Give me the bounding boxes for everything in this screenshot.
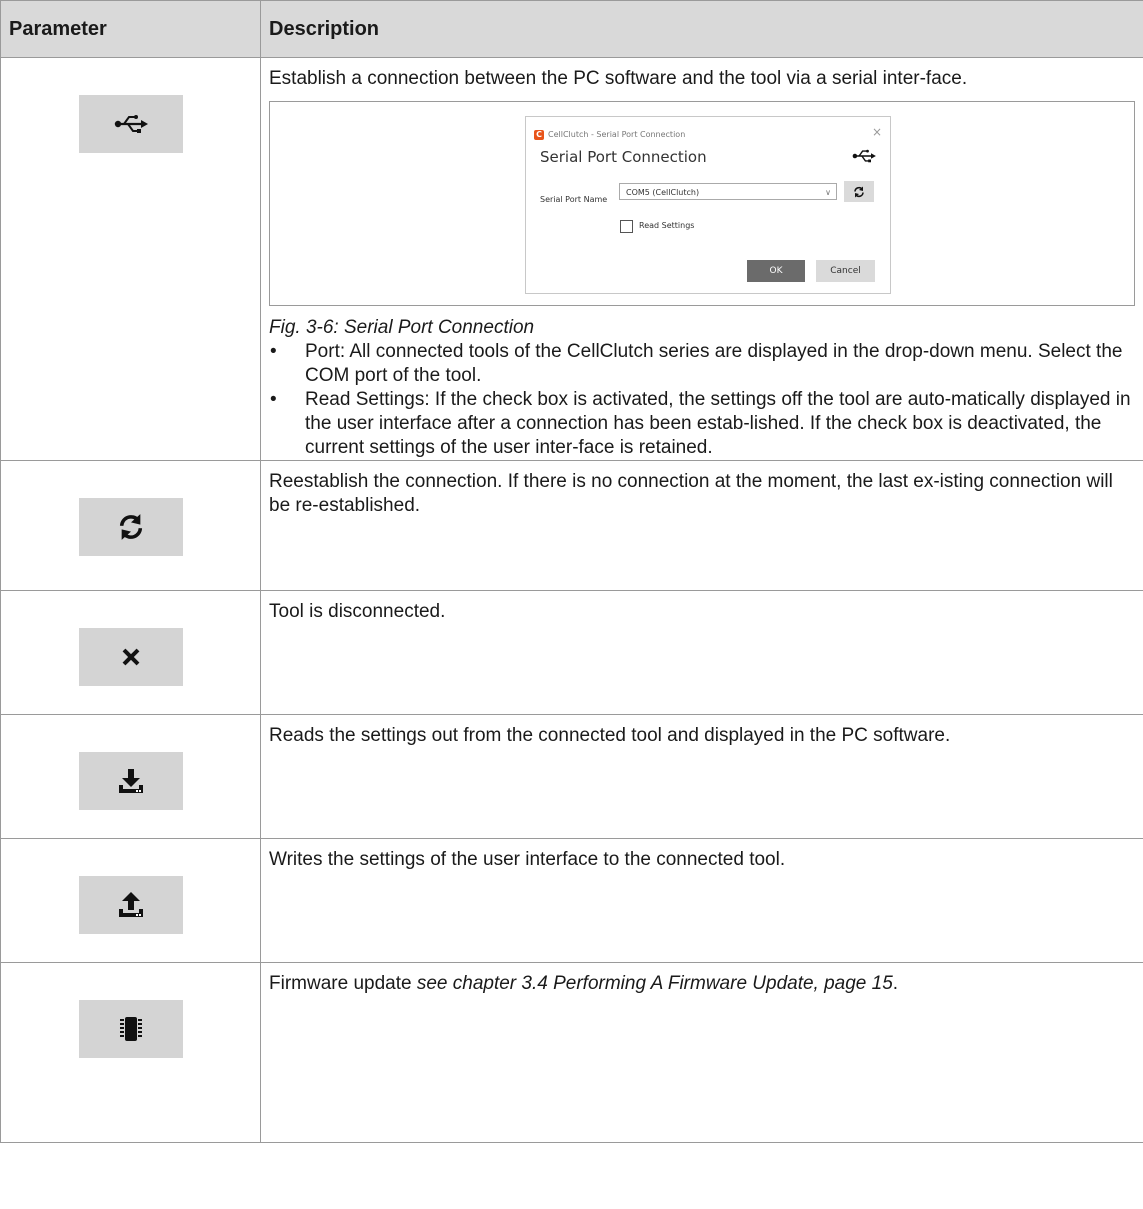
- description-cell: Tool is disconnected.: [260, 590, 1143, 715]
- checkbox-box[interactable]: [620, 219, 633, 233]
- description-text: Writes the settings of the user interfac…: [269, 849, 786, 870]
- dialog-window-title: CellClutch - Serial Port Connection: [548, 130, 686, 139]
- description-text: Establish a connection between the PC so…: [269, 68, 968, 89]
- dialog-titlebar: C CellClutch - Serial Port Connection: [534, 123, 685, 147]
- table-row: Writes the settings of the user interfac…: [0, 838, 1143, 963]
- list-item: Port: All connected tools of the CellClu…: [269, 340, 1135, 388]
- refresh-button[interactable]: [844, 181, 874, 202]
- figure-screenshot: C CellClutch - Serial Port Connection × …: [269, 101, 1135, 306]
- parameter-cell: [0, 57, 261, 461]
- parameter-table: Parameter Description Establish a connec…: [0, 0, 1143, 1143]
- parameter-cell: [0, 590, 261, 715]
- cancel-button[interactable]: Cancel: [816, 260, 875, 282]
- port-select[interactable]: COM5 (CellClutch) ∨: [619, 183, 837, 200]
- close-icon[interactable]: ×: [872, 120, 882, 144]
- figure-caption: Fig. 3-6: Serial Port Connection: [269, 317, 535, 338]
- firmware-text-suffix: .: [892, 973, 899, 994]
- description-text: Firmware update see chapter 3.4 Performi…: [269, 972, 1135, 996]
- table-row: Reads the settings out from the connecte…: [0, 714, 1143, 839]
- table-row: Firmware update see chapter 3.4 Performi…: [0, 962, 1143, 1143]
- checkbox-label: Read Settings: [639, 221, 695, 230]
- description-cell: Establish a connection between the PC so…: [260, 57, 1143, 461]
- table-header-row: Parameter Description: [0, 0, 1143, 58]
- download-icon: [78, 752, 183, 810]
- description-cell: Reestablish the connection. If there is …: [260, 460, 1143, 591]
- close-icon: [78, 628, 183, 686]
- app-logo-icon: C: [534, 130, 544, 140]
- description-cell: Firmware update see chapter 3.4 Performi…: [260, 962, 1143, 1143]
- read-settings-checkbox[interactable]: Read Settings: [620, 214, 694, 238]
- upload-icon: [78, 876, 183, 934]
- table-row: Reestablish the connection. If there is …: [0, 460, 1143, 591]
- description-cell: Writes the settings of the user interfac…: [260, 838, 1143, 963]
- table-row: Establish a connection between the PC so…: [0, 57, 1143, 461]
- chapter-link[interactable]: see chapter 3.4 Performing A Firmware Up…: [417, 973, 893, 994]
- parameter-cell: [0, 714, 261, 839]
- chevron-down-icon: ∨: [825, 188, 831, 197]
- chip-icon: [78, 1000, 183, 1058]
- refresh-icon: [78, 498, 183, 556]
- description-text: Reestablish the connection. If there is …: [269, 471, 1113, 516]
- list-item: Read Settings: If the check box is activ…: [269, 388, 1135, 460]
- parameter-cell: [0, 460, 261, 591]
- header-parameter: Parameter: [0, 0, 261, 58]
- table-row: Tool is disconnected.: [0, 590, 1143, 715]
- ok-button[interactable]: OK: [747, 260, 805, 282]
- port-label: Serial Port Name: [540, 195, 608, 204]
- bullet-list: Port: All connected tools of the CellClu…: [269, 340, 1135, 460]
- header-description: Description: [260, 0, 1143, 58]
- parameter-cell: [0, 962, 261, 1143]
- parameter-cell: [0, 838, 261, 963]
- usb-icon: [852, 145, 876, 169]
- firmware-text: Firmware update: [269, 973, 417, 994]
- description-text: Tool is disconnected.: [269, 601, 446, 622]
- description-cell: Reads the settings out from the connecte…: [260, 714, 1143, 839]
- serial-port-dialog: C CellClutch - Serial Port Connection × …: [525, 116, 891, 294]
- refresh-icon: [854, 186, 864, 197]
- usb-icon: [78, 95, 183, 153]
- dialog-heading: Serial Port Connection: [540, 148, 707, 166]
- port-select-value: COM5 (CellClutch): [626, 188, 700, 197]
- description-text: Reads the settings out from the connecte…: [269, 725, 951, 746]
